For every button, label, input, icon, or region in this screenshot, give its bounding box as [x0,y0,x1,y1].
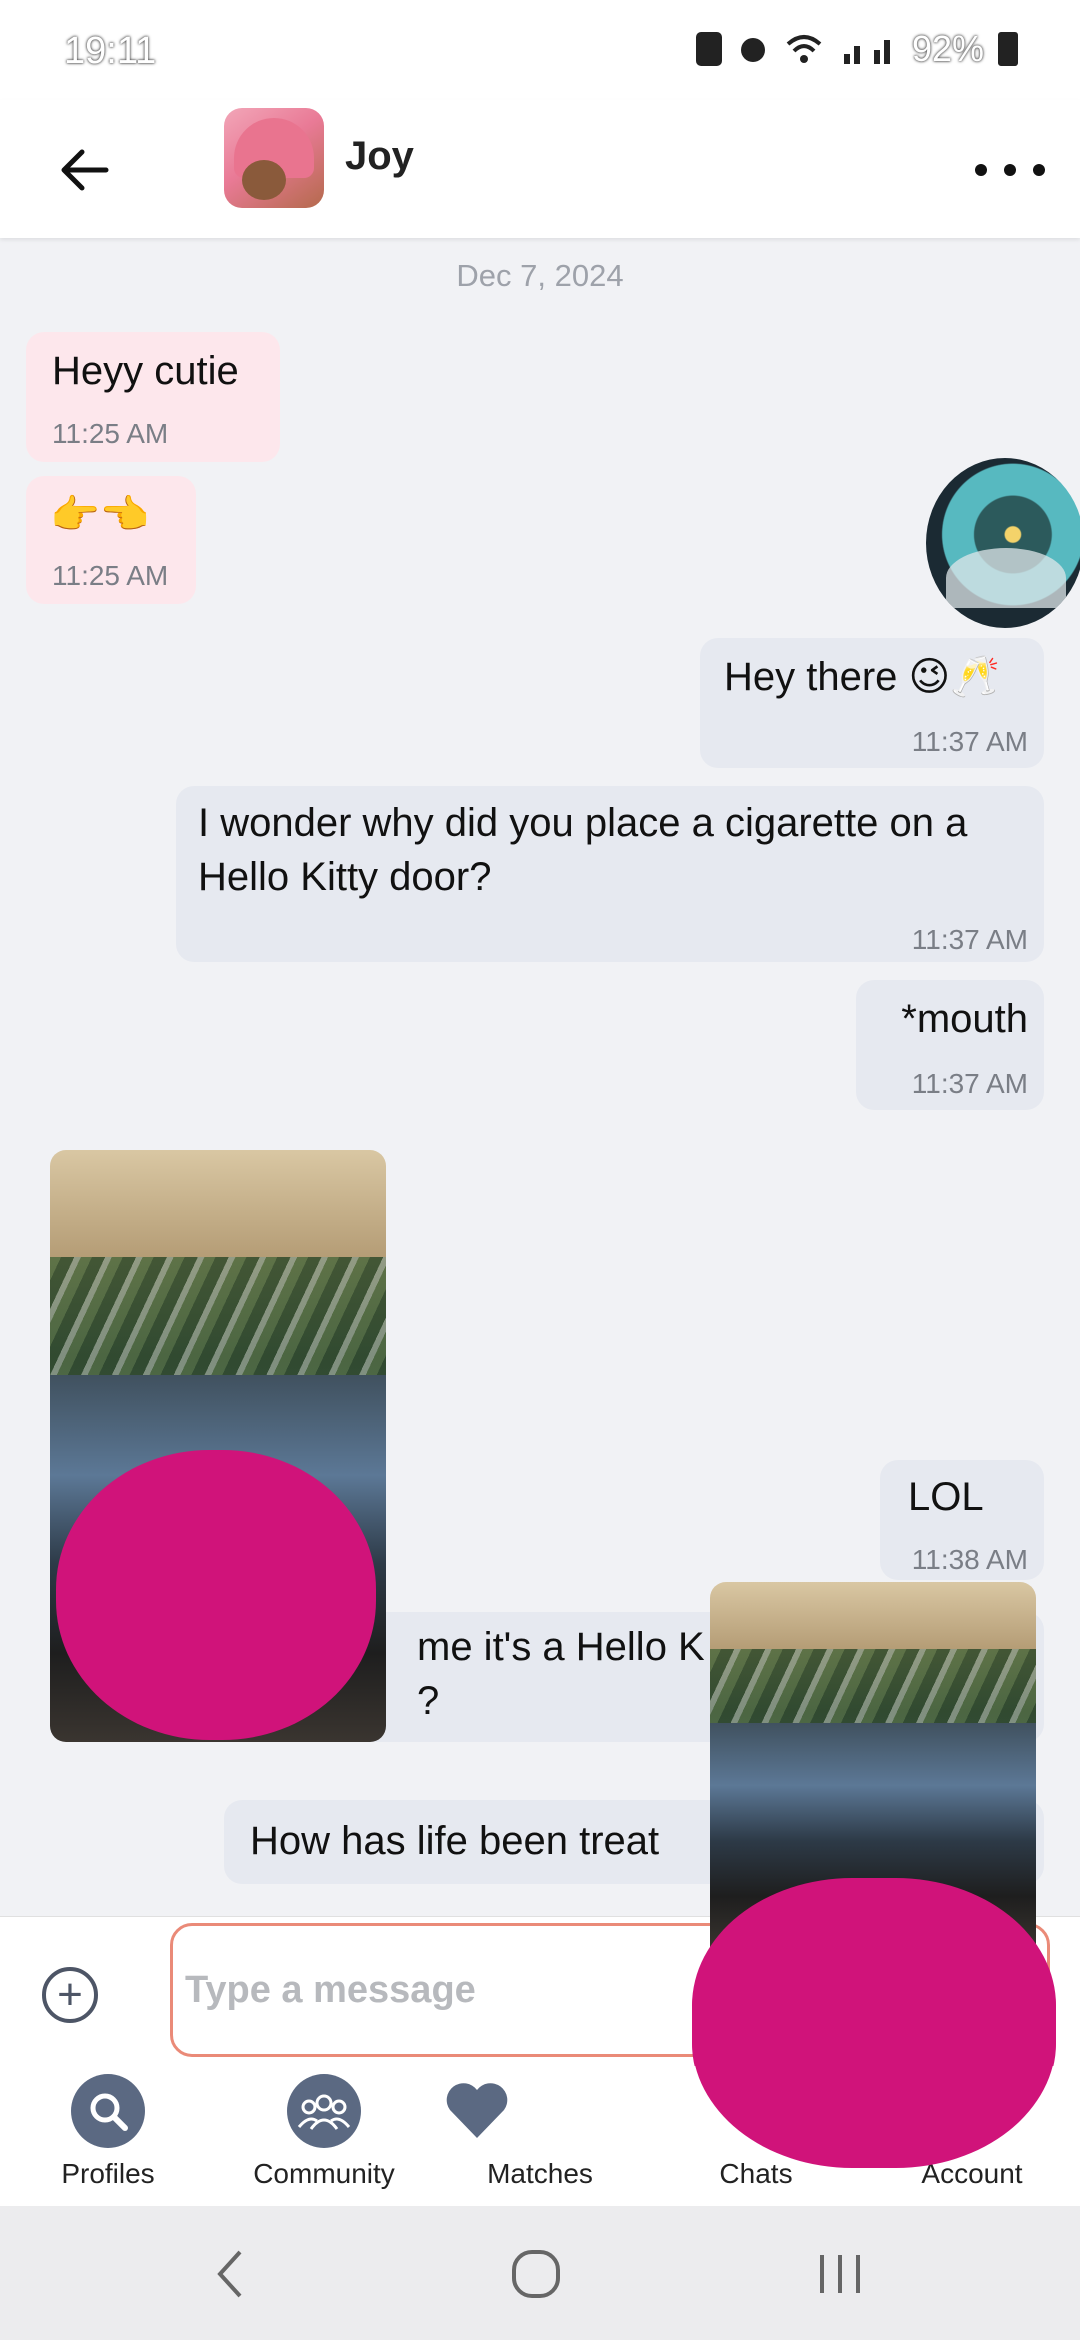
nav-matches[interactable]: Matches [440,2074,640,2204]
contact-avatar[interactable] [224,108,324,208]
message-outgoing[interactable]: LOL 11:38 AM [880,1460,1044,1580]
message-time: 11:37 AM [911,726,1028,757]
wifi-icon [786,35,822,63]
nav-community[interactable]: Community [224,2074,424,2204]
arrow-left-icon [61,149,109,191]
user-avatar[interactable] [926,458,1080,628]
status-icons: 92% [695,28,1018,70]
dot-icon [975,164,987,176]
message-outgoing[interactable]: I wonder why did you place a cigarette o… [176,786,1044,962]
battery-percent: 92% [911,28,984,69]
chevron-left-icon [217,2250,242,2298]
search-icon [71,2074,145,2148]
system-back-button[interactable] [190,2242,270,2306]
more-options-button[interactable] [975,150,1045,190]
people-icon [287,2074,361,2148]
attach-button[interactable]: + [42,1967,98,2023]
home-circle-icon [512,2250,560,2298]
message-outgoing[interactable]: Hey there 😉🥂 11:37 AM [700,638,1044,768]
chat-header: Joy [0,100,1080,238]
redaction-overlay [692,1878,1056,2168]
status-bar: 19:11 92% [0,0,1080,100]
message-text: 👉👈 [50,493,150,537]
message-time: 11:37 AM [911,1068,1028,1099]
message-time: 11:37 AM [911,924,1028,955]
system-recents-button[interactable] [800,2242,880,2306]
system-home-button[interactable] [496,2242,576,2306]
back-button[interactable] [48,134,120,206]
recents-icon [820,2255,860,2293]
date-separator: Dec 7, 2024 [456,258,624,293]
signal-icon [843,40,890,64]
message-time: 11:25 AM [52,560,169,591]
message-incoming[interactable]: 👉👈 11:25 AM [26,476,196,604]
alarm-icon [740,38,765,62]
battery-icon [998,32,1018,66]
nav-profiles[interactable]: Profiles [8,2074,208,2204]
plus-icon: + [57,1970,83,2019]
dot-icon [1033,164,1045,176]
message-time: 11:25 AM [52,418,169,449]
nav-label: Profiles [61,2158,155,2189]
message-incoming[interactable]: Heyy cutie 11:25 AM [26,332,280,462]
heart-icon [440,2074,514,2148]
message-text: *mouth [901,997,1028,1041]
message-outgoing[interactable]: *mouth 11:37 AM [856,980,1044,1110]
photo-message-incoming[interactable] [50,1150,386,1742]
contact-name[interactable]: Joy [345,134,414,179]
message-text: I wonder why did you place a cigarette o… [198,801,968,899]
message-text: LOL [908,1475,984,1519]
message-text: Heyy cutie [52,349,239,393]
system-navigation [0,2206,1080,2340]
nav-label: Community [253,2158,395,2189]
redaction-overlay [56,1450,376,1740]
status-time: 19:11 [64,30,157,72]
nav-label: Matches [487,2158,593,2189]
message-text: Hey there 😉🥂 [724,655,1001,699]
message-time: 11:38 AM [911,1544,1028,1575]
sim-icon [695,32,722,66]
dot-icon [1004,164,1016,176]
message-text: How has life been treat [250,1819,660,1863]
